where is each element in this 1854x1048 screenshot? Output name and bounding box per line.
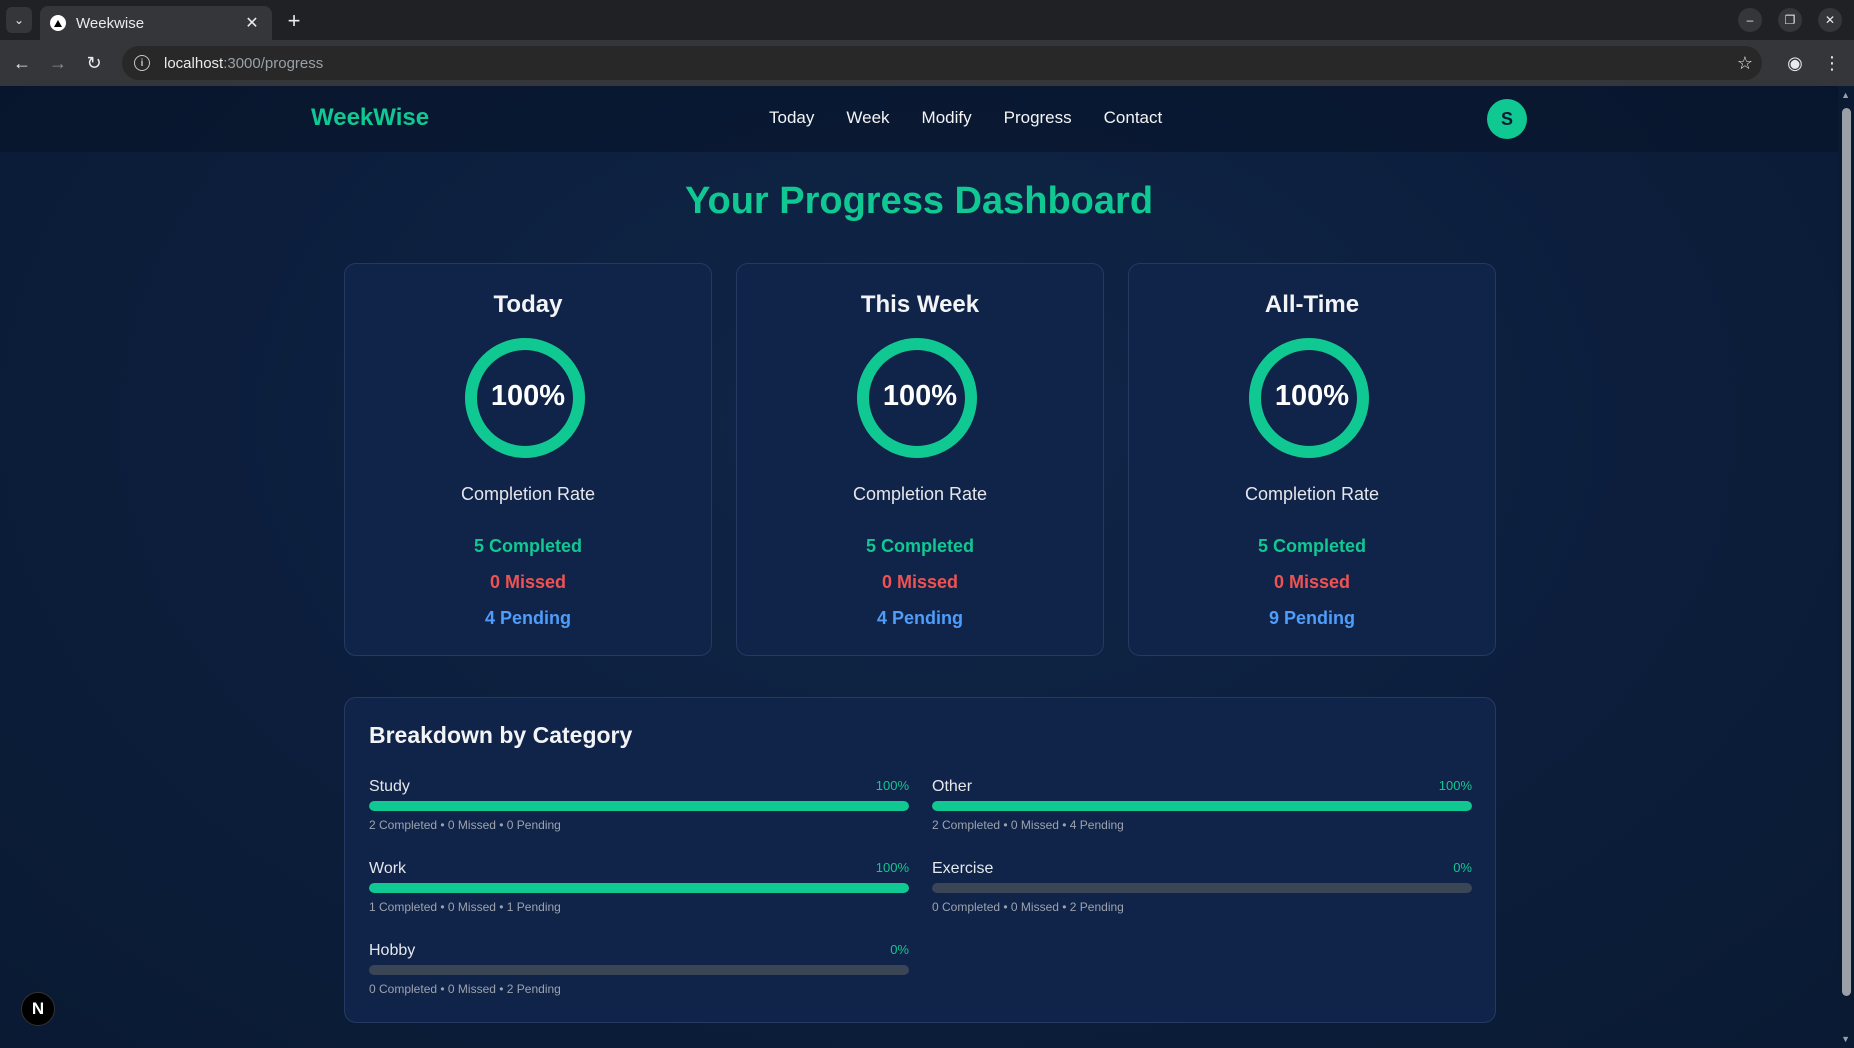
category-name: Other: [932, 778, 973, 795]
category-percent: 100%: [1438, 778, 1472, 793]
scroll-up-arrow-icon[interactable]: ▲: [1841, 90, 1850, 100]
category-name: Work: [369, 860, 407, 877]
triangle-favicon-icon: [50, 15, 66, 31]
category-row-work: Work 100% 1 Completed • 0 Missed • 1 Pen…: [369, 860, 909, 920]
brand-logo[interactable]: WeekWise: [311, 104, 429, 132]
progress-bar: [932, 883, 1472, 893]
browser-toolbar: ← → ↻ i localhost :3000/progress ☆ ◉ ⋮: [0, 40, 1854, 86]
tab-close-icon[interactable]: ✕: [242, 13, 262, 33]
nav-link-week[interactable]: Week: [846, 108, 889, 128]
category-detail: 2 Completed • 0 Missed • 0 Pending: [369, 818, 561, 832]
profile-icon[interactable]: ◉: [1783, 51, 1807, 75]
completion-percent: 100%: [1274, 380, 1350, 412]
nav-link-progress[interactable]: Progress: [1004, 108, 1072, 128]
pending-count: 4 Pending: [484, 608, 571, 628]
card-title: This Week: [860, 291, 980, 318]
stat-card-this-week: This Week 100% Completion Rate 5 Complet…: [736, 263, 1104, 656]
completion-percent: 100%: [882, 380, 958, 412]
bookmark-star-icon[interactable]: ☆: [1733, 51, 1757, 75]
progress-bar-fill: [932, 801, 1472, 811]
page-title: Your Progress Dashboard: [684, 180, 1154, 222]
nav-link-modify[interactable]: Modify: [922, 108, 972, 128]
category-percent: 0%: [1453, 860, 1472, 875]
scroll-down-arrow-icon[interactable]: ▼: [1841, 1034, 1850, 1044]
pending-count: 9 Pending: [1268, 608, 1355, 628]
completed-count: 5 Completed: [473, 536, 583, 556]
window-close-icon[interactable]: ✕: [1818, 8, 1842, 32]
category-row-hobby: Hobby 0% 0 Completed • 0 Missed • 2 Pend…: [369, 942, 909, 1002]
completion-rate-label: Completion Rate: [1244, 484, 1380, 504]
stat-card-today: Today 100% Completion Rate 5 Completed 0…: [344, 263, 712, 656]
page-viewport: WeekWise Today Week Modify Progress Cont…: [0, 86, 1854, 1048]
category-row-exercise: Exercise 0% 0 Completed • 0 Missed • 2 P…: [932, 860, 1472, 920]
reload-icon[interactable]: ↻: [80, 49, 108, 77]
site-info-icon[interactable]: i: [134, 55, 150, 71]
card-title: Today: [493, 291, 563, 318]
address-bar[interactable]: i localhost :3000/progress: [122, 46, 1762, 80]
category-name: Hobby: [369, 942, 416, 959]
scrollbar[interactable]: ▲ ▼: [1838, 86, 1854, 1048]
completion-rate-label: Completion Rate: [852, 484, 988, 504]
category-percent: 100%: [875, 860, 909, 875]
category-name: Study: [369, 778, 410, 795]
url-host: localhost: [164, 54, 224, 72]
tab-title: Weekwise: [76, 14, 145, 32]
restore-icon[interactable]: ❐: [1778, 8, 1802, 32]
missed-count: 0 Missed: [881, 572, 959, 592]
user-avatar[interactable]: S: [1487, 99, 1527, 139]
progress-bar: [369, 801, 909, 811]
category-percent: 100%: [875, 778, 909, 793]
tab-list-chevron-icon[interactable]: ⌄: [6, 7, 32, 33]
stat-card-all-time: All-Time 100% Completion Rate 5 Complete…: [1128, 263, 1496, 656]
category-detail: 1 Completed • 0 Missed • 1 Pending: [369, 900, 561, 914]
category-detail: 0 Completed • 0 Missed • 2 Pending: [369, 982, 561, 996]
browser-tab-strip: ⌄ Weekwise ✕ + – ❐ ✕: [0, 0, 1854, 40]
category-detail: 2 Completed • 0 Missed • 4 Pending: [932, 818, 1124, 832]
completion-percent: 100%: [490, 380, 566, 412]
category-percent: 0%: [890, 942, 909, 957]
category-row-study: Study 100% 2 Completed • 0 Missed • 0 Pe…: [369, 778, 909, 838]
scrollbar-thumb[interactable]: [1842, 108, 1851, 996]
new-tab-plus-icon[interactable]: +: [281, 8, 307, 34]
progress-bar-fill: [369, 801, 909, 811]
pending-count: 4 Pending: [876, 608, 963, 628]
progress-bar: [369, 883, 909, 893]
main-nav: Today Week Modify Progress Contact: [769, 108, 1162, 128]
site-header: WeekWise Today Week Modify Progress Cont…: [0, 86, 1838, 152]
url-path: :3000/progress: [223, 54, 324, 72]
missed-count: 0 Missed: [1273, 572, 1351, 592]
nextjs-dev-badge-icon[interactable]: N: [21, 992, 55, 1026]
category-row-other: Other 100% 2 Completed • 0 Missed • 4 Pe…: [932, 778, 1472, 838]
completed-count: 5 Completed: [865, 536, 975, 556]
completion-rate-label: Completion Rate: [460, 484, 596, 504]
category-name: Exercise: [932, 860, 994, 877]
category-breakdown-panel: Breakdown by Category Study 100% 2 Compl…: [344, 697, 1496, 1023]
kebab-menu-icon[interactable]: ⋮: [1820, 51, 1844, 75]
browser-tab[interactable]: Weekwise ✕: [40, 6, 272, 40]
progress-bar: [932, 801, 1472, 811]
breakdown-title: Breakdown by Category: [369, 722, 633, 748]
forward-arrow-icon[interactable]: →: [44, 49, 72, 77]
progress-bar: [369, 965, 909, 975]
completed-count: 5 Completed: [1257, 536, 1367, 556]
card-title: All-Time: [1264, 291, 1360, 318]
category-detail: 0 Completed • 0 Missed • 2 Pending: [932, 900, 1124, 914]
minimize-icon[interactable]: –: [1738, 8, 1762, 32]
progress-bar-fill: [369, 883, 909, 893]
missed-count: 0 Missed: [489, 572, 567, 592]
nav-link-contact[interactable]: Contact: [1104, 108, 1163, 128]
back-arrow-icon[interactable]: ←: [8, 49, 36, 77]
nav-link-today[interactable]: Today: [769, 108, 814, 128]
